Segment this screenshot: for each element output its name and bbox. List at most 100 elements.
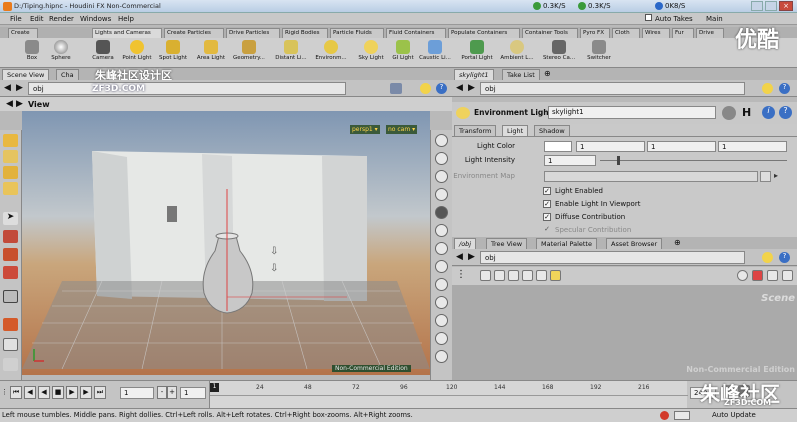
pin-icon[interactable]	[420, 83, 431, 94]
stop-button[interactable]: ■	[52, 386, 64, 399]
playbar-options-icon[interactable]: ⋮	[1, 388, 8, 396]
3d-viewport[interactable]: ⇩ ⇩ persp1 ▾ no cam ▾ Non-Commercial Edi…	[22, 111, 430, 375]
net-tool-2-icon[interactable]	[494, 270, 505, 281]
intensity-slider-track[interactable]	[600, 160, 787, 161]
minimize-button[interactable]	[751, 1, 763, 11]
light-tool-icon[interactable]	[3, 150, 18, 163]
net-grid-icon[interactable]	[767, 270, 778, 281]
light-aim-icon[interactable]	[3, 182, 18, 195]
diffuse-checkbox[interactable]: ✓	[543, 213, 551, 221]
tool-environment-light[interactable]: Environm...	[314, 39, 348, 67]
network-path-field[interactable]: obj	[480, 251, 745, 264]
close-window-button[interactable]: ×	[779, 1, 793, 11]
frame-decrement-button[interactable]: -	[157, 386, 167, 399]
auto-update-menu[interactable]: Auto Update	[712, 411, 756, 419]
envmap-browse-icon[interactable]	[760, 171, 771, 182]
jump-start-button[interactable]: ⏮	[10, 386, 22, 399]
tool-ambient-light[interactable]: Ambient L...	[500, 39, 534, 67]
maximize-button[interactable]	[765, 1, 777, 11]
shelf-tab-container-tools[interactable]: Container Tools	[522, 28, 578, 38]
reference-plane-icon[interactable]	[435, 332, 448, 345]
envmap-chevron-icon[interactable]: ▸	[774, 171, 778, 180]
render-region-icon[interactable]	[435, 350, 448, 363]
net-forward-icon[interactable]: ▶	[468, 252, 475, 262]
back-arrow-icon[interactable]: ◀	[4, 83, 11, 93]
tab-material-palette[interactable]: Material Palette	[536, 238, 597, 249]
frame-increment-button[interactable]: +	[167, 386, 177, 399]
tool-camera[interactable]: Camera	[86, 39, 120, 67]
light-enabled-checkbox[interactable]: ✓	[543, 187, 551, 195]
backface-icon[interactable]	[435, 260, 448, 273]
tool-area-light[interactable]: Area Light	[194, 39, 228, 67]
snap-tool-icon[interactable]	[3, 358, 18, 371]
shelf-tab-cloth[interactable]: Cloth	[612, 28, 640, 38]
magnet-icon[interactable]	[435, 170, 448, 183]
specular-checkbox[interactable]: ✓	[543, 226, 551, 234]
tool-distant-light[interactable]: Distant Li...	[274, 39, 308, 67]
param-back-icon[interactable]: ◀	[456, 83, 463, 93]
shelf-tab-fur[interactable]: Fur	[672, 28, 694, 38]
node-name-field[interactable]: skylight1	[548, 106, 716, 119]
shading-icon[interactable]	[435, 224, 448, 237]
tab-scene-view[interactable]: Scene View	[2, 69, 50, 80]
light-handle-icon[interactable]	[3, 166, 18, 179]
tool-gi-light[interactable]: GI Light	[386, 39, 420, 67]
normals-icon[interactable]	[435, 278, 448, 291]
net-tool-4-icon[interactable]	[522, 270, 533, 281]
menu-help[interactable]: Help	[118, 15, 134, 23]
tab-take-list[interactable]: Take List	[502, 69, 540, 80]
current-frame-field[interactable]: 1	[120, 387, 154, 399]
tab-channels[interactable]: Cha	[56, 69, 79, 80]
net-tool-5-icon[interactable]	[536, 270, 547, 281]
envmap-field[interactable]	[544, 171, 758, 182]
net-back-icon[interactable]: ◀	[456, 252, 463, 262]
camera-view-icon[interactable]	[435, 206, 448, 219]
play-button[interactable]: ▶	[66, 386, 78, 399]
forward-arrow-icon[interactable]: ▶	[16, 83, 23, 93]
tab-shadow[interactable]: Shadow	[534, 125, 570, 136]
hda-icon[interactable]: H	[742, 106, 751, 119]
shelf-tab-wires[interactable]: Wires	[642, 28, 670, 38]
info-icon[interactable]: i	[762, 106, 775, 119]
shelf-tab-rigid-bodies[interactable]: Rigid Bodies	[282, 28, 328, 38]
desktop-main-select[interactable]: Main	[706, 15, 723, 23]
tool-caustic-light[interactable]: Caustic Li...	[418, 39, 452, 67]
skylight-handle[interactable]	[167, 206, 177, 222]
ghost-icon[interactable]	[435, 152, 448, 165]
light-color-g[interactable]: 1	[647, 141, 716, 152]
light-intensity-field[interactable]: 1	[544, 155, 596, 166]
net-help-icon[interactable]: ?	[779, 252, 790, 263]
gear-icon[interactable]	[722, 106, 736, 120]
rotate-tool-icon[interactable]	[3, 248, 18, 261]
tool-spot-light[interactable]: Spot Light	[156, 39, 190, 67]
net-pin-icon[interactable]	[762, 252, 773, 263]
select-tool-icon[interactable]	[3, 134, 18, 147]
shelf-tab-populate-containers[interactable]: Populate Containers	[448, 28, 520, 38]
view-back-icon[interactable]: ◀	[6, 99, 13, 109]
tool-stereo-camera[interactable]: Stereo Ca...	[542, 39, 576, 67]
add-tab-icon[interactable]: ⊕	[544, 69, 551, 78]
shelf-tab-particle-fluids[interactable]: Particle Fluids	[330, 28, 384, 38]
net-layout-icon[interactable]	[752, 270, 763, 281]
persp-camera-menu[interactable]: persp1 ▾	[350, 125, 380, 134]
play-reverse-button[interactable]: ◀	[38, 386, 50, 399]
param-help-icon[interactable]: ?	[779, 83, 790, 94]
tab-light[interactable]: Light	[502, 125, 529, 136]
lock-icon[interactable]	[435, 188, 448, 201]
pose-tool-icon[interactable]	[3, 290, 18, 303]
tab-tree-view[interactable]: Tree View	[486, 238, 528, 249]
shelf-tab-drive-particles[interactable]: Drive Particles	[226, 28, 280, 38]
net-tool-6-icon[interactable]	[550, 270, 561, 281]
network-editor[interactable]: Scene Non-Commercial Edition	[452, 285, 797, 380]
light-color-r[interactable]: 1	[576, 141, 645, 152]
grid-icon[interactable]	[435, 314, 448, 327]
display-options-icon[interactable]	[435, 134, 448, 147]
menu-file[interactable]: File	[10, 15, 22, 23]
add-network-tab-icon[interactable]: ⊕	[674, 238, 681, 247]
scene-path-field[interactable]: obj	[28, 82, 346, 95]
shelf-tab-create[interactable]: Create	[8, 28, 38, 38]
shelf-tab-lights-cameras[interactable]: Lights and Cameras	[92, 28, 162, 38]
tool-sphere[interactable]: Sphere	[44, 39, 78, 67]
menu-windows[interactable]: Windows	[80, 15, 111, 23]
handle-tool-icon[interactable]	[3, 318, 18, 331]
